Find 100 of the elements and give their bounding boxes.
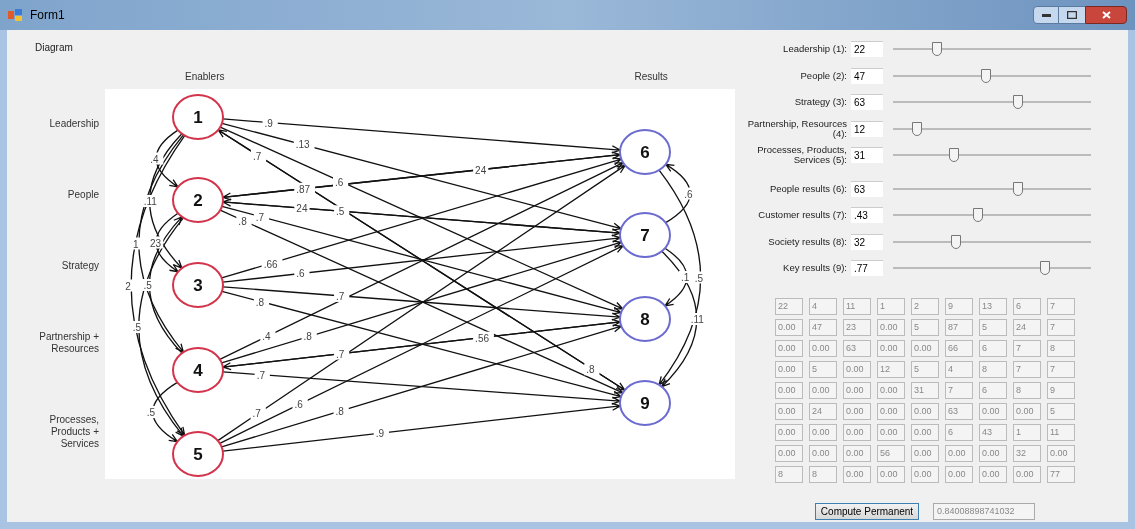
edge-label: .13 [293, 138, 315, 151]
slider-label: Processes, Products, Services (5): [756, 145, 847, 166]
value-field[interactable]: 22 [851, 41, 883, 58]
row-label: Processes, Products + Services [48, 413, 99, 450]
row-label: People [66, 189, 99, 202]
edge-label: .7 [253, 211, 270, 223]
value-field[interactable]: 32 [851, 233, 883, 250]
slider-thumb[interactable] [949, 148, 960, 163]
matrix-cell: 8 [809, 465, 837, 483]
slider[interactable] [893, 233, 1091, 250]
matrix-cell: 7 [1013, 339, 1041, 357]
value-field[interactable]: 31 [851, 147, 883, 164]
minimize-button[interactable] [1033, 6, 1059, 24]
node: 8 [619, 296, 671, 342]
result-field: 0.84008898741032 [933, 502, 1035, 520]
slider[interactable] [893, 94, 1091, 111]
matrix-cell: 0.00 [877, 423, 905, 441]
value-field[interactable]: 12 [851, 120, 883, 137]
matrix-cell: 11 [1047, 423, 1075, 441]
matrix-cell: 6 [945, 423, 973, 441]
matrix-cell: 23 [843, 318, 871, 336]
matrix-cell: 0.00 [843, 465, 871, 483]
edge-label: .8 [333, 404, 349, 417]
matrix-cell: 24 [1013, 318, 1041, 336]
matrix-cell: 0.00 [911, 465, 939, 483]
matrix-cell: 0.00 [843, 444, 871, 462]
slider-thumb[interactable] [911, 121, 922, 136]
edge-label: .87 [294, 182, 316, 195]
value-field[interactable]: .77 [851, 260, 883, 277]
slider-label: Leadership (1): [782, 44, 847, 55]
edge-label: .8 [236, 215, 252, 228]
matrix-cell: 0.00 [877, 339, 905, 357]
matrix-cell: 63 [843, 339, 871, 357]
slider-thumb[interactable] [973, 208, 984, 223]
matrix-cell: 0.00 [775, 423, 803, 441]
matrix-cell: 0.00 [979, 465, 1007, 483]
slider-thumb[interactable] [931, 42, 942, 57]
matrix-cell: 8 [1013, 381, 1041, 399]
slider-label: Partnership, Resources (4): [747, 118, 847, 139]
slider-thumb[interactable] [1040, 261, 1051, 276]
edge-label: .8 [584, 363, 600, 376]
slider[interactable] [893, 180, 1091, 197]
matrix-cell: 24 [809, 402, 837, 420]
edge-label: .6 [333, 175, 349, 188]
matrix-cell: 0.00 [877, 402, 905, 420]
value-field[interactable]: 63 [851, 94, 883, 111]
row-label: Partnership + Resources [38, 330, 99, 355]
matrix-cell: 1 [1013, 423, 1041, 441]
value-field[interactable]: .43 [851, 207, 883, 224]
slider[interactable] [893, 147, 1091, 164]
column-heading: Enablers [185, 70, 225, 84]
row-label: Leadership [48, 118, 99, 131]
matrix-cell: 0.00 [775, 381, 803, 399]
node: 3 [172, 262, 224, 308]
edge-label: 24 [294, 202, 310, 215]
matrix-cell: 5 [979, 318, 1007, 336]
slider-thumb[interactable] [1012, 181, 1023, 196]
compute-button[interactable]: Compute Permanent [815, 502, 919, 520]
value-field[interactable]: 63 [851, 180, 883, 197]
value-field[interactable]: 47 [851, 67, 883, 84]
node: 2 [172, 177, 224, 223]
edge-label: .4 [260, 329, 276, 342]
edge-label: .8 [253, 295, 270, 308]
matrix-cell: 0.00 [877, 318, 905, 336]
matrix-cell: 87 [945, 318, 973, 336]
matrix-cell: 6 [979, 381, 1007, 399]
slider-thumb[interactable] [1012, 95, 1023, 110]
edge-label: .7 [254, 368, 270, 381]
close-icon [1101, 11, 1111, 19]
edge-label: 2 [123, 279, 133, 292]
edge-label: 23 [148, 236, 164, 249]
node: 1 [172, 94, 224, 140]
slider[interactable] [893, 207, 1091, 224]
matrix-cell: 7 [1013, 360, 1041, 378]
row-label: Strategy [60, 260, 99, 272]
matrix-cell: 0.00 [1013, 402, 1041, 420]
slider[interactable] [893, 67, 1091, 84]
matrix-cell: 43 [979, 423, 1007, 441]
matrix-cell: 22 [775, 297, 803, 315]
maximize-button[interactable] [1059, 6, 1085, 24]
matrix-cell: 63 [945, 402, 973, 420]
slider-thumb[interactable] [981, 68, 992, 83]
matrix-cell: 0.00 [911, 444, 939, 462]
matrix-cell: 66 [945, 339, 973, 357]
slider[interactable] [893, 41, 1091, 58]
close-button[interactable] [1085, 6, 1127, 24]
matrix-cell: 0.00 [979, 402, 1007, 420]
matrix-cell: 0.00 [843, 423, 871, 441]
matrix-cell: 31 [911, 381, 939, 399]
matrix-cell: 4 [809, 297, 837, 315]
slider[interactable] [893, 260, 1091, 277]
node: 9 [619, 380, 671, 426]
matrix-cell: 11 [843, 297, 871, 315]
slider-thumb[interactable] [951, 234, 962, 249]
slider[interactable] [893, 120, 1091, 137]
edge-label: .56 [473, 331, 494, 344]
menu-item[interactable]: Diagram [35, 40, 73, 55]
app-icon [8, 9, 22, 21]
edge-label: .5 [334, 205, 350, 218]
matrix-cell: 5 [911, 318, 939, 336]
